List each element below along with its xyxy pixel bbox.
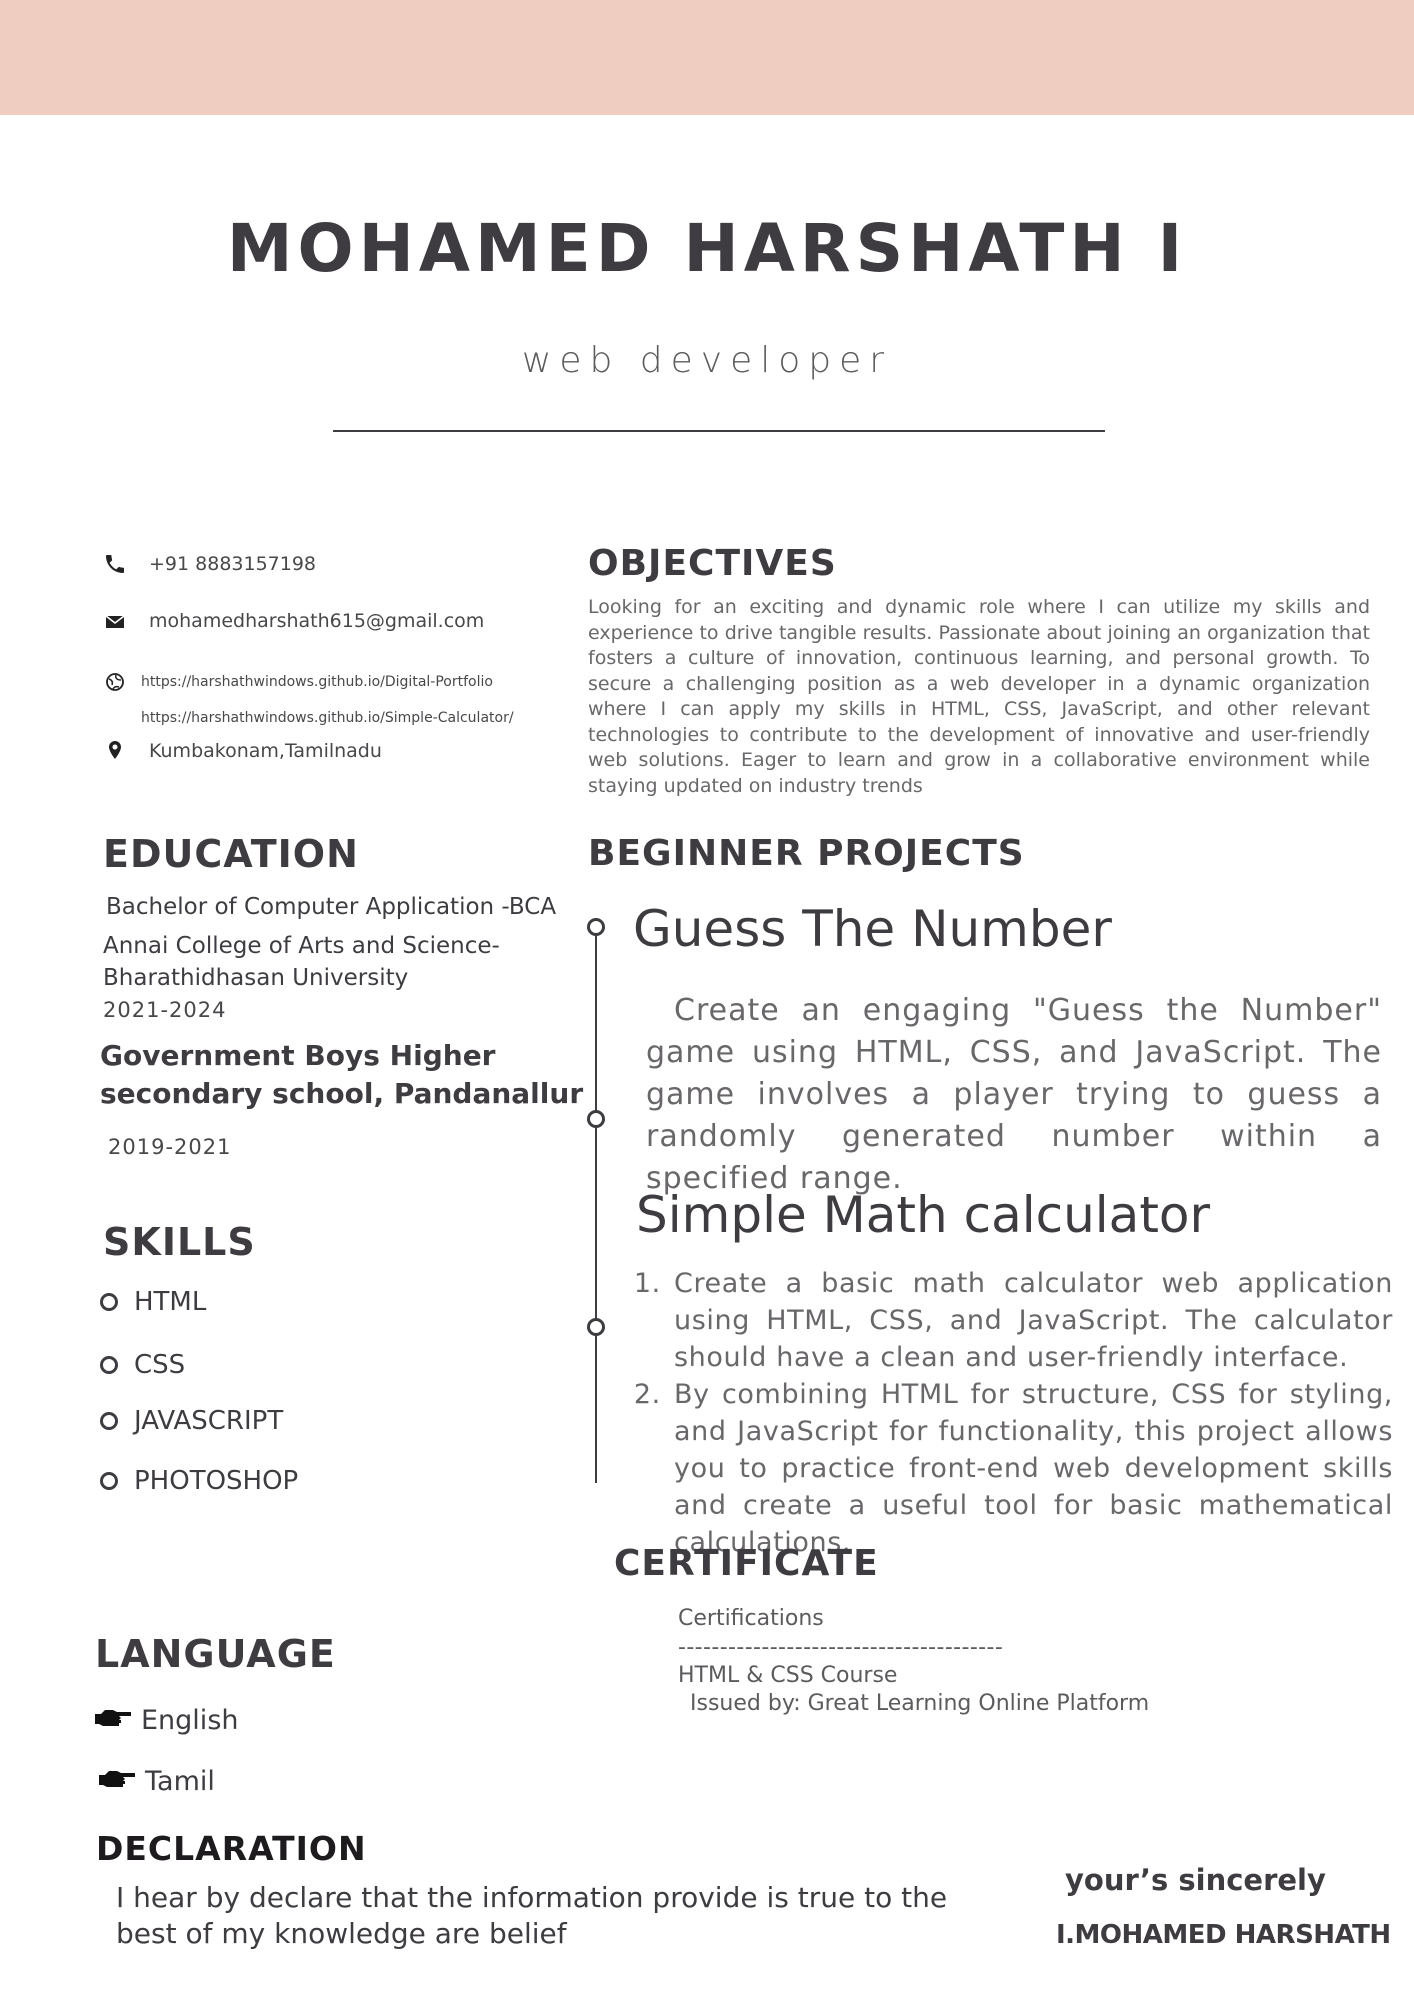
list-item: By combining HTML for structure, CSS for… xyxy=(670,1376,1393,1561)
timeline-dot xyxy=(587,1318,605,1336)
pointing-hand-icon xyxy=(97,1766,137,1797)
school-name-line2: secondary school, Pandanallur xyxy=(100,1077,584,1110)
globe-icon xyxy=(103,670,127,694)
certificate-divider: --------------------------------------- xyxy=(678,1635,1004,1660)
language-item: Tamil xyxy=(97,1766,215,1797)
certificate-course: HTML & CSS Course xyxy=(678,1663,898,1688)
signature-closing: your’s sincerely xyxy=(1065,1863,1326,1897)
signature-name: I.MOHAMED HARSHATH xyxy=(1056,1920,1391,1950)
project-title-calculator: Simple Math calculator xyxy=(636,1186,1211,1244)
phone-number: +91 8883157198 xyxy=(149,553,317,575)
skill-label: JAVASCRIPT xyxy=(134,1406,284,1436)
college-name-line1: Annai College of Arts and Science- xyxy=(103,933,500,959)
top-banner xyxy=(0,0,1414,115)
mail-icon xyxy=(103,609,127,633)
skill-label: HTML xyxy=(134,1287,207,1317)
header-divider xyxy=(333,430,1105,432)
calculator-link[interactable]: https://harshathwindows.github.io/Simple… xyxy=(141,710,514,726)
bullet-ring-icon xyxy=(100,1356,118,1374)
skill-label: PHOTOSHOP xyxy=(134,1466,299,1496)
timeline-dot xyxy=(587,918,605,936)
school-name-line1: Government Boys Higher xyxy=(100,1039,496,1072)
skill-item: CSS xyxy=(100,1350,185,1380)
project-list-calculator: Create a basic math calculator web appli… xyxy=(646,1265,1393,1561)
declaration-line2: best of my knowledge are belief xyxy=(116,1917,567,1950)
projects-heading: BEGINNER PROJECTS xyxy=(588,833,1025,874)
pointing-hand-icon xyxy=(93,1705,133,1736)
declaration-heading: DECLARATION xyxy=(96,1829,367,1868)
email-address[interactable]: mohamedharshath615@gmail.com xyxy=(149,610,484,632)
contact-phone: +91 8883157198 xyxy=(103,552,316,576)
project-title-guess-number: Guess The Number xyxy=(633,900,1112,958)
school-years: 2019-2021 xyxy=(108,1135,232,1159)
location-pin-icon xyxy=(103,739,127,763)
certifications-label: Certifications xyxy=(678,1606,824,1631)
certificate-heading: CERTIFICATE xyxy=(614,1543,879,1584)
contact-email: mohamedharshath615@gmail.com xyxy=(103,609,484,633)
certificate-issuer: Issued by: Great Learning Online Platfor… xyxy=(690,1691,1150,1716)
college-years: 2021-2024 xyxy=(103,998,227,1022)
projects-timeline-line xyxy=(595,926,597,1483)
portfolio-link[interactable]: https://harshathwindows.github.io/Digita… xyxy=(141,674,493,690)
declaration-line1: I hear by declare that the information p… xyxy=(116,1881,948,1914)
skill-label: CSS xyxy=(134,1350,186,1380)
project-description-guess-number: Create an engaging "Guess the Number" ga… xyxy=(646,993,1382,1196)
resume-name: MOHAMED HARSHATH I xyxy=(226,210,1188,287)
language-heading: LANGUAGE xyxy=(95,1632,336,1676)
job-title: web developer xyxy=(521,340,893,381)
college-name-line2: Bharathidhasan University xyxy=(103,965,409,991)
skills-heading: SKILLS xyxy=(103,1220,256,1264)
skill-item: HTML xyxy=(100,1287,206,1317)
phone-icon xyxy=(103,552,127,576)
contact-link-portfolio: https://harshathwindows.github.io/Digita… xyxy=(103,670,493,694)
contact-location: Kumbakonam,Tamilnadu xyxy=(103,739,382,763)
bullet-ring-icon xyxy=(100,1472,118,1490)
location-text: Kumbakonam,Tamilnadu xyxy=(149,740,382,762)
bullet-ring-icon xyxy=(100,1412,118,1430)
contact-link-calculator: https://harshathwindows.github.io/Simple… xyxy=(141,707,514,726)
skill-item: JAVASCRIPT xyxy=(100,1406,283,1436)
degree-name: Bachelor of Computer Application -BCA xyxy=(106,894,557,920)
language-label: English xyxy=(141,1705,239,1736)
objectives-heading: OBJECTIVES xyxy=(588,543,837,584)
objectives-text: Looking for an exciting and dynamic role… xyxy=(588,596,1370,797)
language-item: English xyxy=(93,1705,239,1736)
education-heading: EDUCATION xyxy=(103,832,359,876)
bullet-ring-icon xyxy=(100,1293,118,1311)
skill-item: PHOTOSHOP xyxy=(100,1466,298,1496)
list-item: Create a basic math calculator web appli… xyxy=(670,1265,1393,1376)
language-label: Tamil xyxy=(145,1766,215,1797)
timeline-dot xyxy=(587,1110,605,1128)
